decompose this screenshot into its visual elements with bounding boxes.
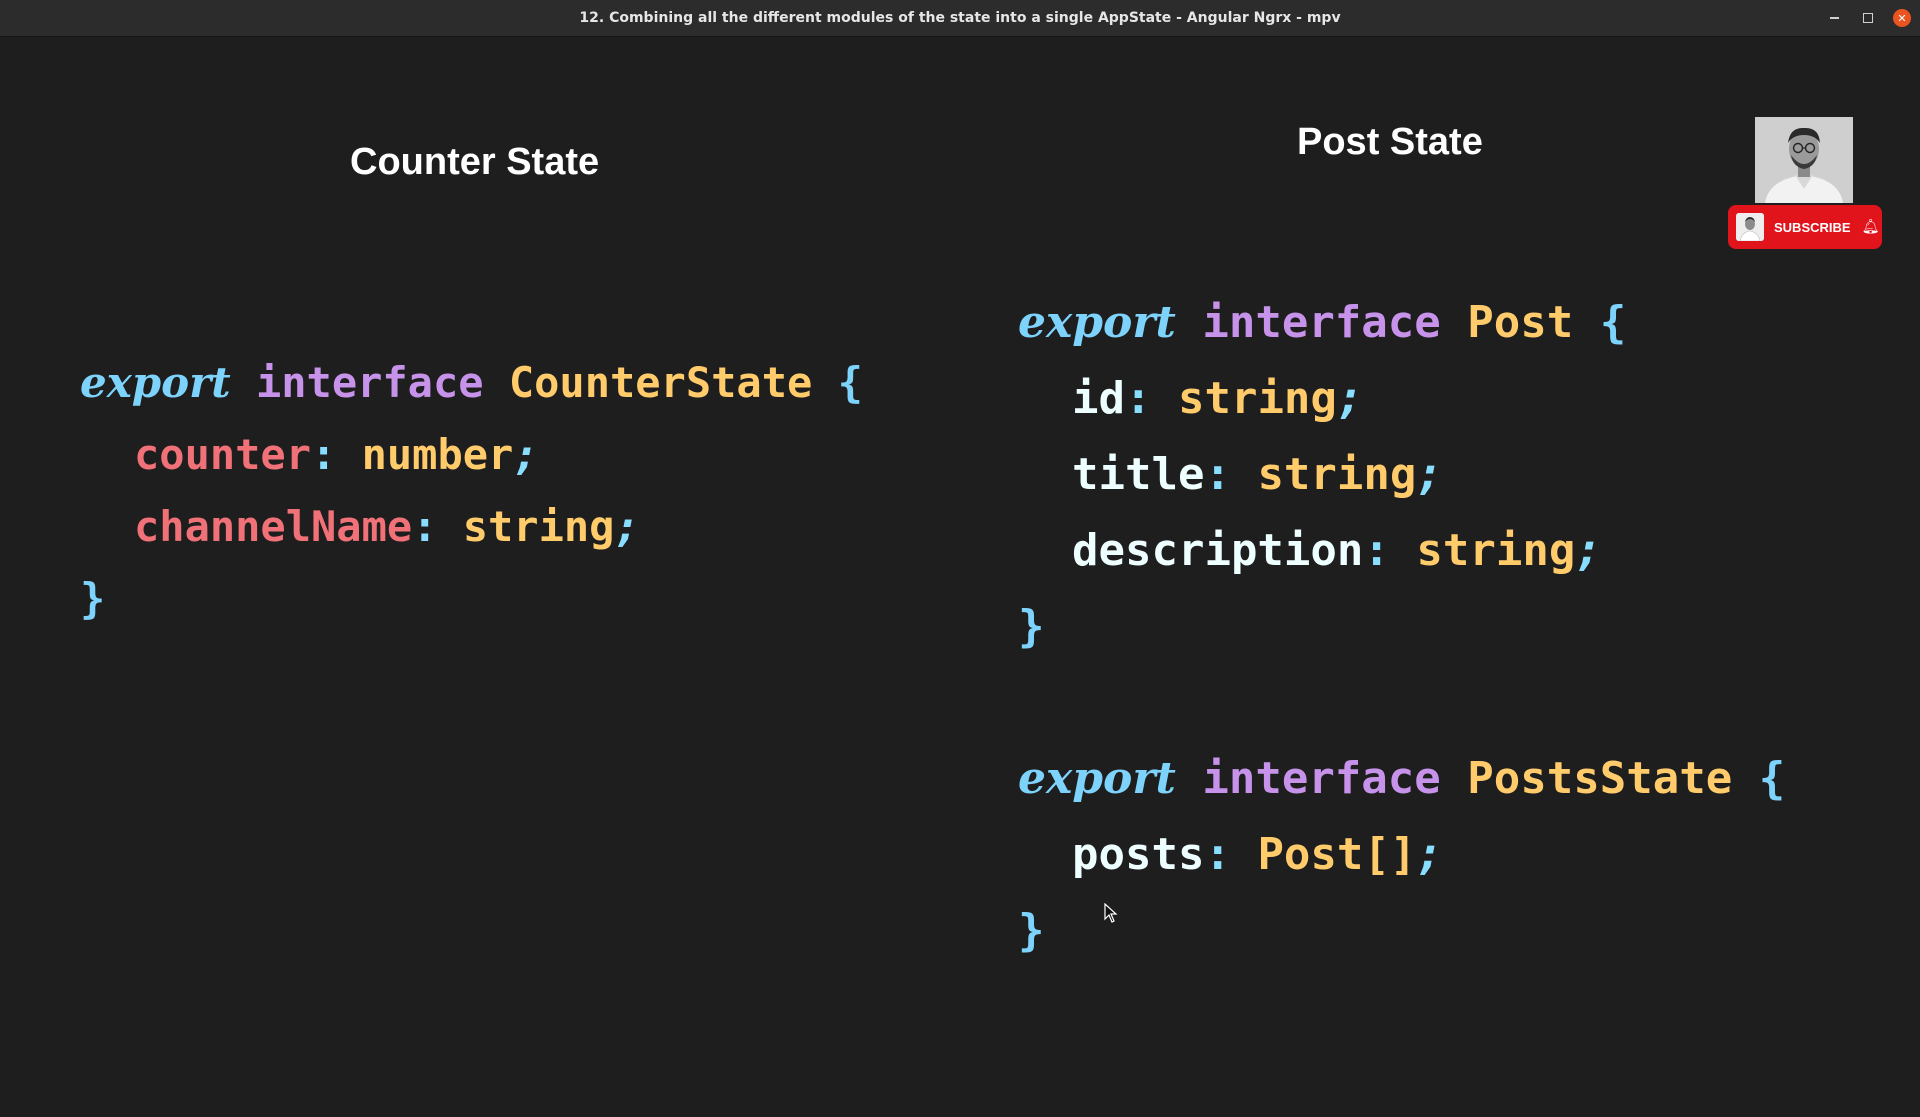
post-state-heading: Post State xyxy=(1297,121,1483,163)
interface-keyword: interface xyxy=(255,358,484,407)
window-title: 12. Combining all the different modules … xyxy=(579,10,1341,26)
code-line: } xyxy=(1018,893,1785,969)
property-name: channelName xyxy=(134,502,413,551)
code-line: } xyxy=(1018,589,1626,665)
mouse-cursor-icon xyxy=(1104,903,1118,923)
posts-state-code: export interface PostsState { posts: Post… xyxy=(1018,741,1785,969)
export-keyword: export xyxy=(80,358,231,407)
close-brace: } xyxy=(80,574,106,623)
property-name: counter xyxy=(134,430,312,479)
title-bar[interactable]: 12. Combining all the different modules … xyxy=(0,0,1920,37)
code-line: counter: number; xyxy=(134,430,539,479)
property-name: posts xyxy=(1072,829,1205,880)
property-type: Post[] xyxy=(1257,829,1417,880)
code-line: description: string; xyxy=(1072,525,1602,576)
video-frame[interactable]: Counter State Post State export interfac… xyxy=(0,37,1920,1117)
post-interface-code: export interface Post { id: string; title:… xyxy=(1018,285,1626,665)
code-line: id: string; xyxy=(1072,373,1364,424)
close-brace: } xyxy=(1018,905,1045,956)
presenter-thumbnail xyxy=(1755,117,1853,203)
subscribe-label: SUBSCRIBE xyxy=(1774,219,1851,235)
avatar xyxy=(1736,213,1764,241)
property-name: description xyxy=(1072,525,1364,576)
interface-name: PostsState xyxy=(1467,753,1733,804)
code-line: channelName: string; xyxy=(134,502,640,551)
interface-name: Post xyxy=(1467,297,1574,348)
code-line: export interface CounterState { xyxy=(80,347,863,419)
property-name: title xyxy=(1072,449,1205,500)
interface-keyword: interface xyxy=(1202,297,1441,348)
property-type: string xyxy=(462,502,615,551)
code-line: title: string; xyxy=(1072,449,1443,500)
interface-name: CounterState xyxy=(508,358,813,407)
open-brace: { xyxy=(1599,297,1627,348)
close-icon[interactable]: ✕ xyxy=(1893,9,1911,27)
property-type: number xyxy=(361,430,514,479)
minimize-icon[interactable] xyxy=(1825,9,1843,27)
property-type: string xyxy=(1257,449,1417,500)
code-line: posts: Post[]; xyxy=(1072,829,1443,880)
subscribe-button[interactable]: SUBSCRIBE 🔔︎ xyxy=(1728,205,1882,249)
property-type: string xyxy=(1416,525,1576,576)
counter-state-heading: Counter State xyxy=(350,141,600,183)
bell-icon[interactable]: 🔔︎ xyxy=(1862,219,1880,235)
export-keyword: export xyxy=(1018,753,1176,804)
export-keyword: export xyxy=(1018,297,1176,348)
property-name: id xyxy=(1072,373,1125,424)
open-brace: { xyxy=(837,358,863,407)
counter-state-code: export interface CounterState { counter: … xyxy=(80,347,863,635)
code-line: export interface PostsState { xyxy=(1018,741,1785,817)
presenter-image xyxy=(1755,117,1853,203)
maximize-icon[interactable] xyxy=(1859,9,1877,27)
mpv-window: 12. Combining all the different modules … xyxy=(0,0,1920,1117)
code-line: } xyxy=(80,563,863,635)
close-brace: } xyxy=(1018,601,1045,652)
property-type: string xyxy=(1177,373,1337,424)
code-line: export interface Post { xyxy=(1018,285,1626,361)
open-brace: { xyxy=(1758,753,1786,804)
interface-keyword: interface xyxy=(1202,753,1441,804)
